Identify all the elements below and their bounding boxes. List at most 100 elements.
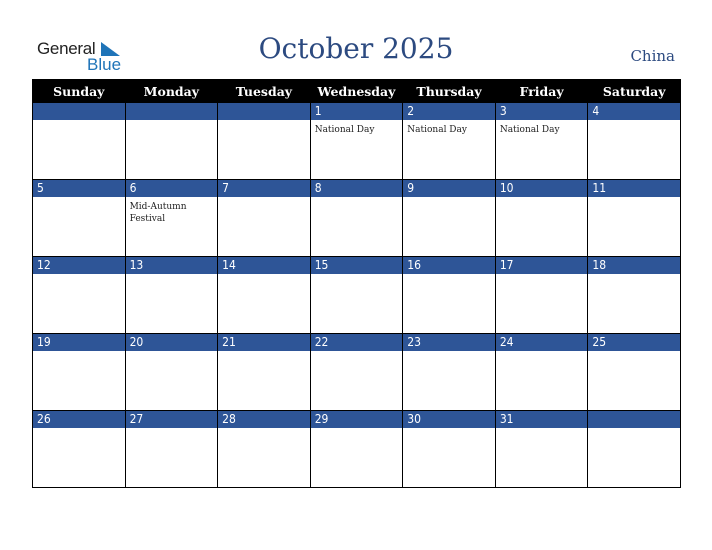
day-cell: 14 <box>217 256 311 334</box>
holiday-label <box>496 197 588 201</box>
day-cell: 21 <box>217 333 311 411</box>
holiday-label: National Day <box>499 125 560 135</box>
holiday-label <box>33 120 125 124</box>
holiday-label <box>403 428 495 432</box>
day-number: 20 <box>125 334 218 351</box>
day-number: 19 <box>33 334 125 351</box>
weekday-header: Monday <box>124 79 219 103</box>
day-cell: 4 <box>587 102 681 180</box>
day-cell: 19 <box>32 333 126 411</box>
holiday-label <box>311 428 403 432</box>
day-number: 26 <box>33 411 125 428</box>
day-cell: 27 <box>124 410 219 488</box>
day-number: 21 <box>218 334 310 351</box>
day-number: 2 <box>403 103 495 120</box>
week-row: 12 13 14 15 16 17 18 <box>32 256 681 334</box>
day-number: 16 <box>403 257 495 274</box>
holiday-label <box>588 197 680 201</box>
week-row: 26 27 28 29 30 31 <box>32 410 681 488</box>
day-number: 13 <box>125 257 218 274</box>
holiday-label <box>588 428 680 432</box>
holiday-label <box>33 274 125 278</box>
day-number: 10 <box>495 180 588 197</box>
holiday-label <box>126 120 218 124</box>
day-number <box>588 411 680 428</box>
holiday-label <box>126 351 218 355</box>
day-cell <box>32 102 126 180</box>
day-cell: 30 <box>402 410 496 488</box>
day-number <box>125 103 218 120</box>
day-number: 11 <box>588 180 680 197</box>
day-cell: 26 <box>32 410 126 488</box>
day-cell: 7 <box>217 179 311 257</box>
holiday-label <box>496 274 588 278</box>
day-cell: 15 <box>309 256 404 334</box>
day-number: 23 <box>403 334 495 351</box>
day-cell: 12 <box>32 256 126 334</box>
day-number: 5 <box>33 180 125 197</box>
day-cell: 1 National Day <box>309 102 404 180</box>
week-row: 5 6 Mid-Autumn Festival 7 8 9 10 11 <box>32 179 681 257</box>
day-number: 8 <box>310 180 403 197</box>
day-cell: 22 <box>309 333 404 411</box>
day-number: 28 <box>218 411 310 428</box>
holiday-label <box>126 274 218 278</box>
day-number: 31 <box>495 411 588 428</box>
day-number: 12 <box>33 257 125 274</box>
day-cell: 25 <box>587 333 681 411</box>
country-label: China <box>630 47 675 65</box>
holiday-label <box>588 274 680 278</box>
day-cell: 10 <box>494 179 589 257</box>
day-cell: 24 <box>494 333 589 411</box>
holiday-label <box>588 120 680 124</box>
day-number: 14 <box>218 257 310 274</box>
holiday-label: Mid-Autumn Festival <box>129 202 187 224</box>
day-number: 27 <box>125 411 218 428</box>
day-cell: 3 National Day <box>494 102 589 180</box>
calendar-grid: Sunday Monday Tuesday Wednesday Thursday… <box>32 79 681 488</box>
day-number: 9 <box>403 180 495 197</box>
holiday-label <box>218 274 310 278</box>
holiday-label <box>496 351 588 355</box>
holiday-label <box>403 197 495 201</box>
holiday-label <box>218 120 310 124</box>
holiday-label: National Day <box>314 125 375 135</box>
day-cell <box>587 410 681 488</box>
week-row: 19 20 21 22 23 24 25 <box>32 333 681 411</box>
weekday-header: Friday <box>494 79 589 103</box>
holiday-label <box>311 351 403 355</box>
holiday-label <box>33 351 125 355</box>
day-cell: 20 <box>124 333 219 411</box>
day-cell: 8 <box>309 179 404 257</box>
day-cell: 5 <box>32 179 126 257</box>
day-cell: 9 <box>402 179 496 257</box>
day-number: 15 <box>310 257 403 274</box>
holiday-label <box>403 274 495 278</box>
day-cell: 28 <box>217 410 311 488</box>
holiday-label <box>33 428 125 432</box>
weekday-header-row: Sunday Monday Tuesday Wednesday Thursday… <box>32 79 681 103</box>
day-number: 3 <box>495 103 588 120</box>
holiday-label <box>218 197 310 201</box>
day-number: 17 <box>495 257 588 274</box>
holiday-label <box>588 351 680 355</box>
day-cell <box>217 102 311 180</box>
weekday-header: Thursday <box>402 79 496 103</box>
day-number: 30 <box>403 411 495 428</box>
day-number: 29 <box>310 411 403 428</box>
day-cell: 31 <box>494 410 589 488</box>
holiday-label <box>218 351 310 355</box>
holiday-label <box>496 428 588 432</box>
day-number: 25 <box>588 334 680 351</box>
holiday-label <box>218 428 310 432</box>
holiday-label <box>311 197 403 201</box>
day-cell: 29 <box>309 410 404 488</box>
day-cell <box>124 102 219 180</box>
day-number: 4 <box>588 103 680 120</box>
day-cell: 2 National Day <box>402 102 496 180</box>
holiday-label <box>403 351 495 355</box>
holiday-label: National Day <box>407 125 467 135</box>
day-number <box>218 103 310 120</box>
weekday-header: Wednesday <box>309 79 404 103</box>
week-row: 1 National Day 2 National Day 3 National Day 4 <box>32 102 681 180</box>
